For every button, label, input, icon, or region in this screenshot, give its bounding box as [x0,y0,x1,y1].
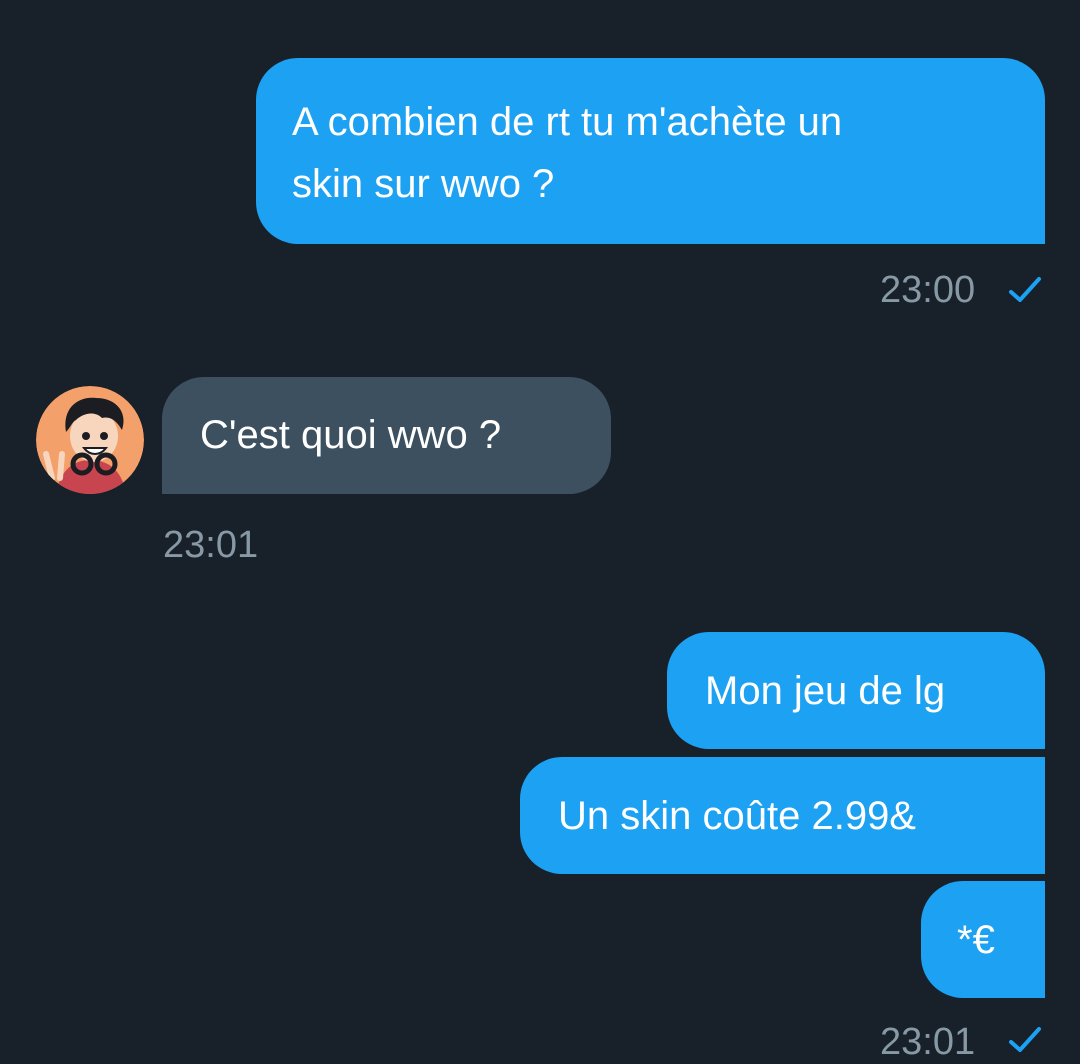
checkmark-icon [1009,1027,1041,1052]
message-timestamp: 23:01 [163,524,259,566]
message-bubble-outgoing[interactable]: Un skin coûte 2.99& [520,757,1045,874]
checkmark-icon [1009,277,1041,302]
message-bubble-outgoing[interactable]: A combien de rt tu m'achète un skin sur … [256,58,1045,244]
message-bubble-incoming[interactable]: C'est quoi wwo ? [162,377,611,494]
message-timestamp: 23:01 [880,1021,976,1063]
message-bubble-outgoing[interactable]: *€ [921,881,1045,998]
message-bubble-outgoing[interactable]: Mon jeu de lg [667,632,1045,749]
message-timestamp: 23:00 [880,269,976,311]
avatar-icon [36,386,144,494]
contact-avatar[interactable] [36,386,144,494]
